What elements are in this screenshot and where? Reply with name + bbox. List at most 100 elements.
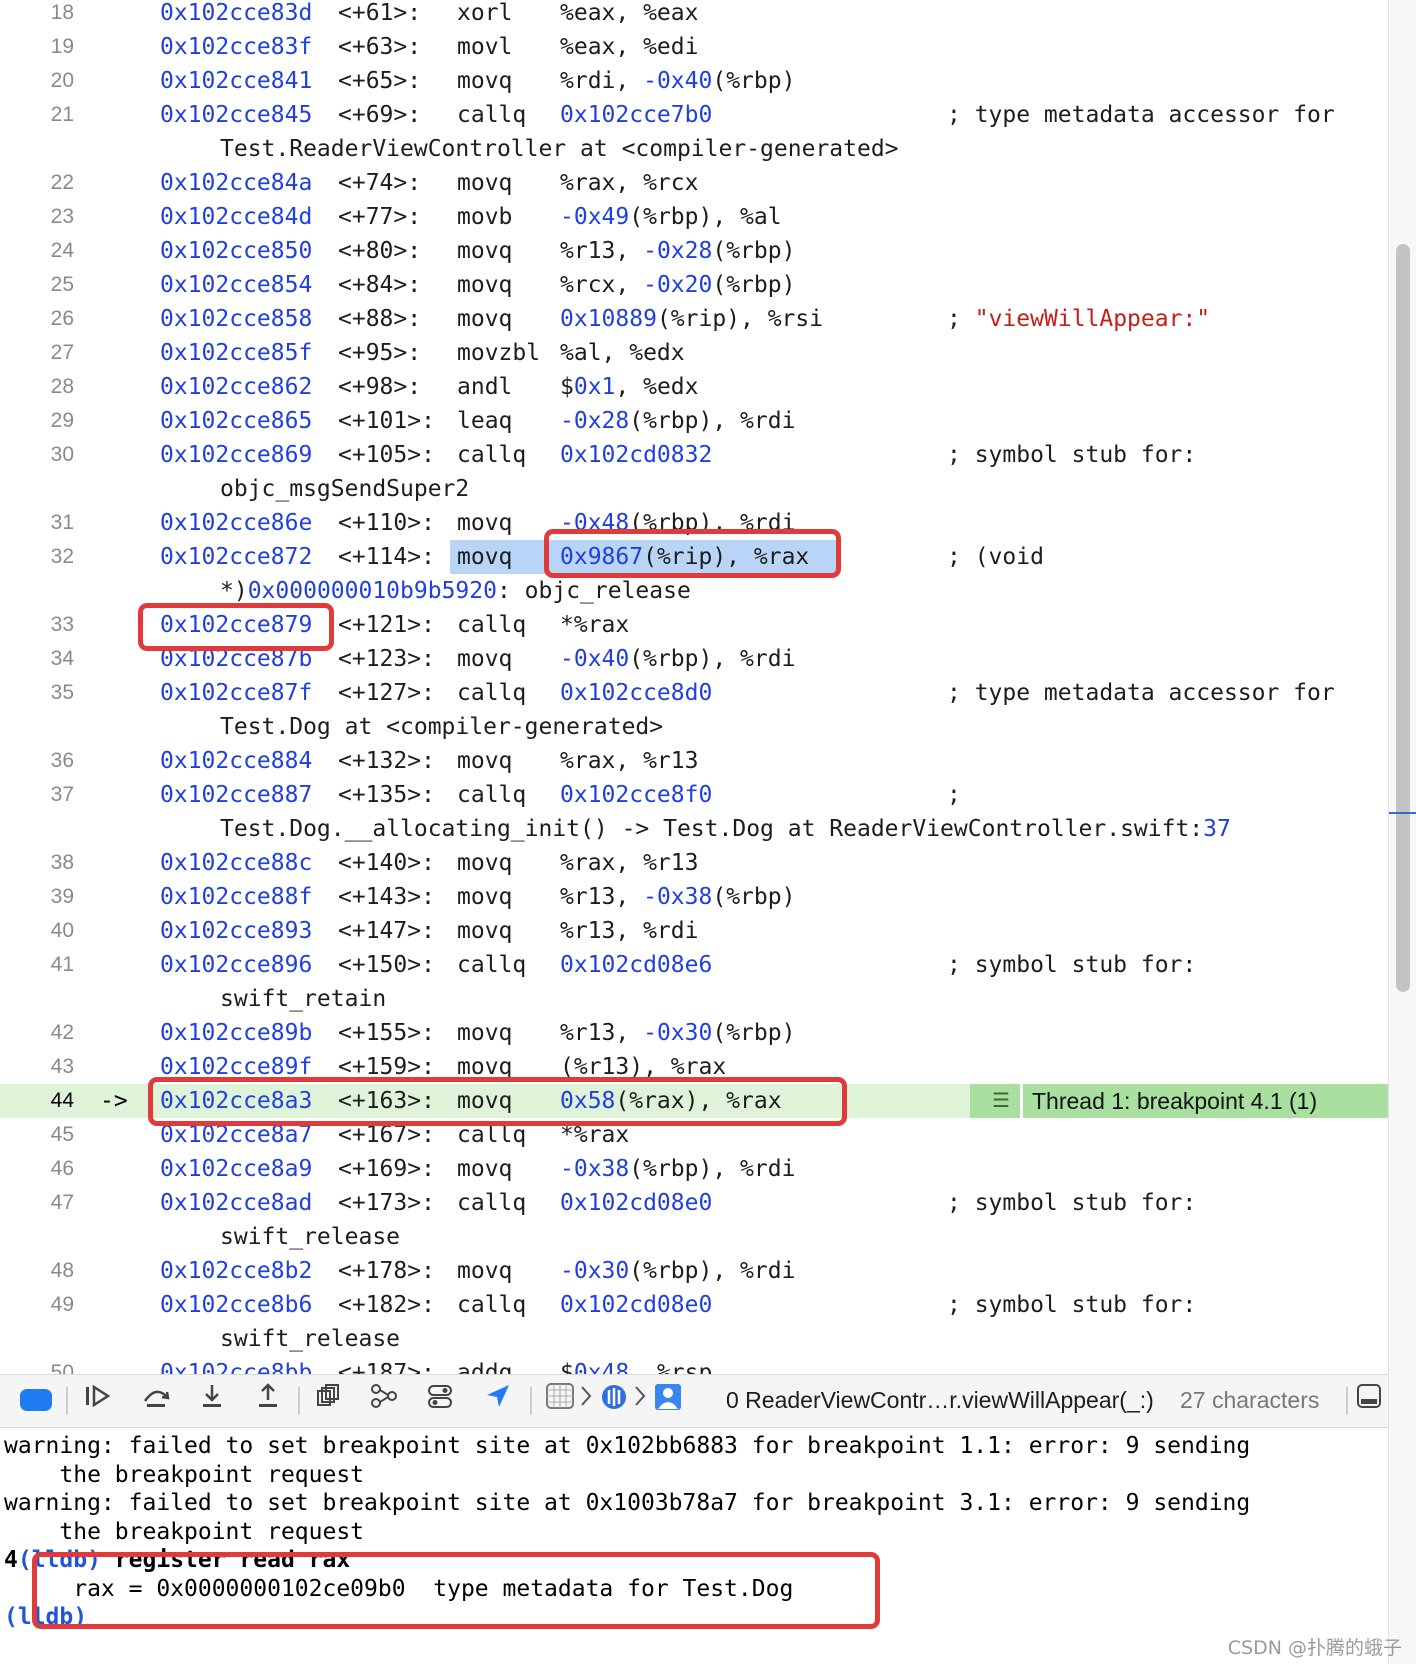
line-number[interactable]: 48	[0, 1254, 74, 1288]
disassembly-view[interactable]: 18 0x102cce83d <+61>: xorl %eax, %eax 19 0x102…	[0, 0, 1388, 1374]
scrollbar-thumb[interactable]	[1396, 244, 1410, 992]
instruction-mnemonic: movq	[457, 170, 513, 196]
comment-string: "viewWillAppear:"	[974, 306, 1211, 332]
line-number[interactable]: 35	[0, 676, 74, 710]
disassembly-line[interactable]: 42 0x102cce89b <+155>: movq %r13, -0x30(%rbp…	[0, 1016, 1388, 1050]
line-number[interactable]: 26	[0, 302, 74, 336]
operand-token: -0x38	[560, 1156, 630, 1182]
line-number[interactable]: 31	[0, 506, 74, 540]
memory-graph-icon[interactable]	[364, 1383, 404, 1417]
line-number[interactable]: 39	[0, 880, 74, 914]
disassembly-line[interactable]: 38 0x102cce88c <+140>: movq %rax, %r13	[0, 846, 1388, 880]
line-number[interactable]: 37	[0, 778, 74, 812]
comment-text: ; symbol stub for:	[947, 442, 1197, 468]
line-number[interactable]: 50	[0, 1356, 74, 1374]
line-number[interactable]: 29	[0, 404, 74, 438]
environment-overrides-icon[interactable]	[420, 1383, 460, 1417]
disassembly-line[interactable]: 50 0x102cce8bb <+187>: addq $0x48, %rsp	[0, 1356, 1388, 1374]
disassembly-line[interactable]: 35 0x102cce87f <+127>: callq 0x102cce8d0 ; ty…	[0, 676, 1388, 710]
line-number[interactable]: 36	[0, 744, 74, 778]
hide-console-icon[interactable]	[1352, 1383, 1386, 1417]
disassembly-line[interactable]: 29 0x102cce865 <+101>: leaq -0x28(%rbp), %rd…	[0, 404, 1388, 438]
disassembly-line[interactable]: 21 0x102cce845 <+69>: callq 0x102cce7b0 ; typ…	[0, 98, 1388, 132]
disassembly-line[interactable]: 28 0x102cce862 <+98>: andl $0x1, %edx	[0, 370, 1388, 404]
line-number[interactable]: 38	[0, 846, 74, 880]
highlight-box-address	[138, 603, 334, 651]
line-number[interactable]: 27	[0, 336, 74, 370]
disassembly-line[interactable]: 18 0x102cce83d <+61>: xorl %eax, %eax	[0, 0, 1388, 30]
line-number[interactable]: 42	[0, 1016, 74, 1050]
comment-continuation-line[interactable]: swift_retain	[0, 982, 1388, 1016]
view-hierarchy-icon[interactable]	[308, 1383, 348, 1417]
step-into-icon[interactable]	[192, 1383, 232, 1417]
disassembly-line[interactable]: 24 0x102cce850 <+80>: movq %r13, -0x28(%rbp)	[0, 234, 1388, 268]
instruction-mnemonic: movq	[457, 850, 513, 876]
line-number[interactable]: 41	[0, 948, 74, 982]
instruction-offset: <+150>:	[338, 952, 435, 978]
line-number[interactable]: 40	[0, 914, 74, 948]
thread-icon[interactable]	[596, 1383, 632, 1417]
disassembly-line[interactable]: 30 0x102cce869 <+105>: callq 0x102cd0832 ; sy…	[0, 438, 1388, 472]
line-number[interactable]: 25	[0, 268, 74, 302]
line-number[interactable]: 43	[0, 1050, 74, 1084]
comment-continuation-line[interactable]: Test.ReaderViewController at <compiler-g…	[0, 132, 1388, 166]
operand-token: %r13,	[560, 884, 644, 910]
line-number[interactable]: 49	[0, 1288, 74, 1322]
disassembly-line[interactable]: 48 0x102cce8b2 <+178>: movq -0x30(%rbp), %rd…	[0, 1254, 1388, 1288]
instruction-mnemonic: leaq	[457, 408, 513, 434]
disassembly-line[interactable]: 37 0x102cce887 <+135>: callq 0x102cce8f0;	[0, 778, 1388, 812]
app-icon[interactable]	[540, 1383, 580, 1417]
disassembly-line[interactable]: 40 0x102cce893 <+147>: movq %r13, %rdi	[0, 914, 1388, 948]
step-over-icon[interactable]	[136, 1383, 176, 1417]
instruction-address: 0x102cce8b6	[160, 1292, 313, 1318]
line-number[interactable]: 44	[0, 1084, 74, 1118]
line-number[interactable]: 23	[0, 200, 74, 234]
disassembly-line[interactable]: 47 0x102cce8ad <+173>: callq 0x102cd08e0 ; sy…	[0, 1186, 1388, 1220]
comment-continuation-line[interactable]: Test.Dog at <compiler-generated>	[0, 710, 1388, 744]
instruction-address: 0x102cce84a	[160, 170, 313, 196]
continue-icon[interactable]	[78, 1383, 118, 1417]
disassembly-line[interactable]: 23 0x102cce84d <+77>: movb -0x49(%rbp), %al	[0, 200, 1388, 234]
disassembly-line[interactable]: 49 0x102cce8b6 <+182>: callq 0x102cd08e0 ; sy…	[0, 1288, 1388, 1322]
disassembly-line[interactable]: 25 0x102cce854 <+84>: movq %rcx, -0x20(%rbp)	[0, 268, 1388, 302]
comment-continuation-line[interactable]: swift_release	[0, 1220, 1388, 1254]
step-out-icon[interactable]	[248, 1383, 288, 1417]
line-number[interactable]: 22	[0, 166, 74, 200]
breakpoints-toggle-icon[interactable]	[20, 1389, 52, 1411]
line-number[interactable]: 47	[0, 1186, 74, 1220]
line-number[interactable]: 32	[0, 540, 74, 574]
line-number[interactable]: 18	[0, 0, 74, 30]
list-icon[interactable]: ☰	[984, 1084, 1018, 1118]
line-number[interactable]: 46	[0, 1152, 74, 1186]
line-number[interactable]: 28	[0, 370, 74, 404]
operand-token: 0x102cce8d0	[560, 680, 713, 706]
vertical-scrollbar[interactable]	[1388, 0, 1416, 1664]
line-number[interactable]: 21	[0, 98, 74, 132]
instruction-operands: %eax, %edi	[560, 30, 698, 64]
frame-label[interactable]: 0 ReaderViewContr…r.viewWillAppear(_:)	[726, 1383, 1154, 1417]
line-number[interactable]: 45	[0, 1118, 74, 1152]
disassembly-line[interactable]: 22 0x102cce84a <+74>: movq %rax, %rcx	[0, 166, 1388, 200]
frame-icon[interactable]	[650, 1383, 686, 1417]
disassembly-line[interactable]: 36 0x102cce884 <+132>: movq %rax, %r13	[0, 744, 1388, 778]
simulate-location-icon[interactable]	[478, 1383, 518, 1417]
line-number[interactable]: 33	[0, 608, 74, 642]
line-number[interactable]: 19	[0, 30, 74, 64]
disassembly-line[interactable]: 39 0x102cce88f <+143>: movq %r13, -0x38(%rbp…	[0, 880, 1388, 914]
breakpoint-annotation[interactable]: ☰ Thread 1: breakpoint 4.1 (1)	[970, 1084, 1388, 1118]
disassembly-line[interactable]: 41 0x102cce896 <+150>: callq 0x102cd08e6 ; sy…	[0, 948, 1388, 982]
line-number[interactable]: 20	[0, 64, 74, 98]
disassembly-line[interactable]: 46 0x102cce8a9 <+169>: movq -0x38(%rbp), %rd…	[0, 1152, 1388, 1186]
disassembly-line[interactable]: 26 0x102cce858 <+88>: movq 0x10889(%rip), %r…	[0, 302, 1388, 336]
comment-continuation-line[interactable]: Test.Dog.__allocating_init() -> Test.Dog…	[0, 812, 1388, 846]
disassembly-line[interactable]: 27 0x102cce85f <+95>: movzbl %al, %edx	[0, 336, 1388, 370]
comment-continuation-line[interactable]: swift_release	[0, 1322, 1388, 1356]
divider	[66, 1387, 68, 1415]
disassembly-line[interactable]: 20 0x102cce841 <+65>: movq %rdi, -0x40(%rbp)	[0, 64, 1388, 98]
line-number[interactable]: 30	[0, 438, 74, 472]
comment-continuation-line[interactable]: objc_msgSendSuper2	[0, 472, 1388, 506]
line-number[interactable]: 34	[0, 642, 74, 676]
disassembly-line[interactable]: 19 0x102cce83f <+63>: movl %eax, %edi	[0, 30, 1388, 64]
line-number[interactable]: 24	[0, 234, 74, 268]
instruction-operands: %r13, -0x38(%rbp)	[560, 880, 795, 914]
